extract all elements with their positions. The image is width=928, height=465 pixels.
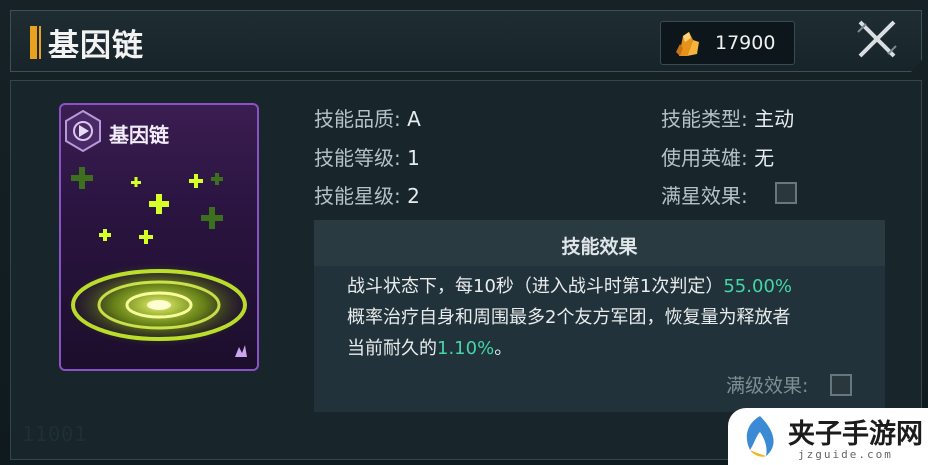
- title-accent-bar: [30, 26, 37, 59]
- page-title: 基因链: [48, 28, 144, 64]
- footer-code: 11001: [22, 422, 88, 446]
- skill-type-badge-icon: [65, 109, 101, 153]
- effect-line-3-end: 。: [494, 338, 513, 359]
- stat-level-value: 1: [407, 146, 420, 170]
- watermark-url: jzguide.com: [798, 448, 893, 461]
- stat-quality-label: 技能品质:: [314, 107, 401, 131]
- stat-star-value: 2: [407, 184, 420, 208]
- effect-line-1-text: 战斗状态下，每10秒（进入战斗时第1次判定）: [347, 276, 724, 297]
- gene-chain-art: [67, 167, 251, 347]
- stat-hero: 使用英雄: 无: [661, 142, 774, 171]
- effect-chance-value: 55.00%: [723, 276, 792, 297]
- watermark-title: 夹子手游网: [788, 419, 923, 450]
- watermark-logo-icon: [746, 416, 774, 457]
- stat-star: 技能星级: 2: [314, 180, 420, 209]
- effect-heal-value: 1.10%: [437, 338, 495, 359]
- stat-quality-value: A: [407, 107, 421, 131]
- max-level-checkbox[interactable]: [830, 374, 852, 396]
- currency-display[interactable]: 17900: [660, 21, 795, 65]
- crystal-icon: [676, 32, 699, 56]
- stat-hero-value: 无: [754, 146, 775, 170]
- stat-max-star-label: 满星效果:: [661, 184, 748, 208]
- stat-max-star: 满星效果:: [661, 180, 748, 209]
- effect-line-3: 当前耐久的1.10%。: [347, 333, 857, 364]
- card-rarity-icon: [235, 345, 247, 357]
- effect-title: 技能效果: [561, 236, 638, 258]
- stat-quality: 技能品质: A: [314, 103, 421, 132]
- effect-line-2: 概率治疗自身和周围最多2个友方军团，恢复量为释放者: [347, 307, 791, 328]
- max-star-checkbox[interactable]: [775, 182, 797, 204]
- max-level-label: 满级效果:: [726, 375, 809, 397]
- stat-level-label: 技能等级:: [314, 146, 401, 170]
- currency-value: 17900: [715, 32, 776, 54]
- effect-description: 战斗状态下，每10秒（进入战斗时第1次判定）55.00% 概率治疗自身和周围最多…: [347, 271, 857, 364]
- effect-line-1: 战斗状态下，每10秒（进入战斗时第1次判定）55.00%: [347, 271, 857, 302]
- watermark: 夹子手游网 jzguide.com: [728, 408, 928, 465]
- title-accent-bar-thin: [39, 26, 41, 59]
- effect-line-3-text: 当前耐久的: [347, 338, 437, 359]
- stat-type-label: 技能类型:: [661, 107, 748, 131]
- stat-hero-label: 使用英雄:: [661, 146, 748, 170]
- stat-type: 技能类型: 主动: [661, 103, 794, 132]
- stat-level: 技能等级: 1: [314, 142, 420, 171]
- close-button[interactable]: [836, 10, 922, 68]
- close-icon: [857, 20, 897, 58]
- stat-star-label: 技能星级:: [314, 184, 401, 208]
- card-skill-name: 基因链: [109, 123, 169, 147]
- stat-type-value: 主动: [754, 107, 795, 131]
